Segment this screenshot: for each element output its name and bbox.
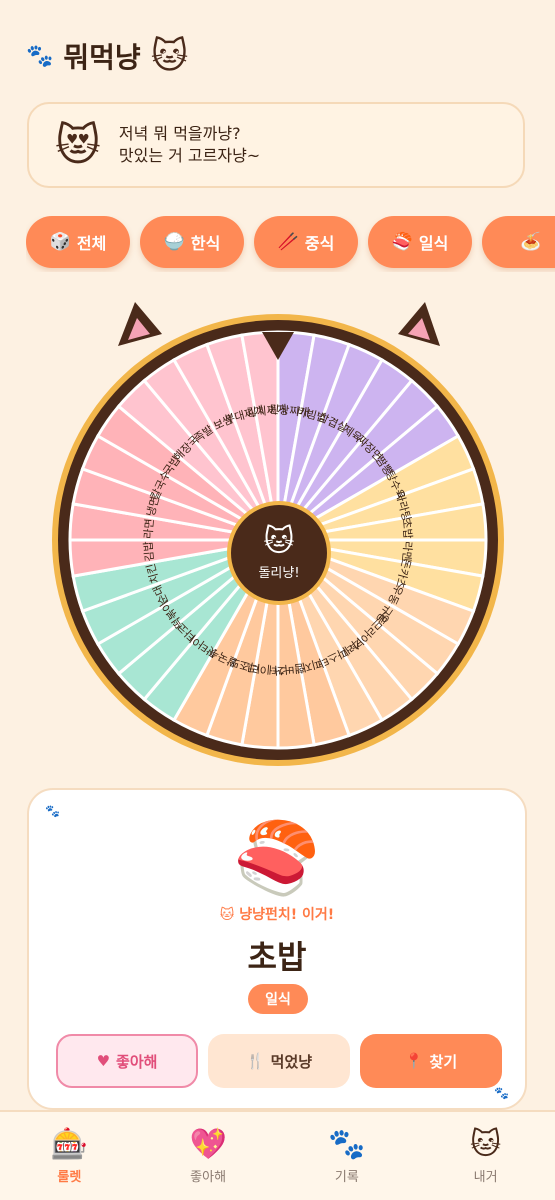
chip-korean[interactable]: 🍚 한식	[140, 216, 244, 268]
paw-prints-icon: 🐾	[328, 1127, 366, 1162]
ate-label: 먹었냥	[270, 1052, 313, 1071]
tab-roulette[interactable]: 🎰 룰렛	[0, 1112, 139, 1200]
chip-chinese[interactable]: 🥢 중식	[254, 216, 358, 268]
wheel-segment-label: 초밥	[400, 518, 415, 539]
tab-history[interactable]: 🐾 기록	[278, 1112, 417, 1200]
chip-label: 전체	[76, 234, 107, 253]
wheel-segment-label: 김밥	[142, 541, 157, 562]
app-header: 🐾 뭐먹냥 🐱	[26, 34, 188, 78]
pasta-icon: 🍝	[520, 232, 542, 252]
pick-text: 냥냥펀치! 이거!	[239, 907, 335, 923]
chopsticks-icon: 🥢	[277, 232, 299, 252]
result-food-name: 초밥	[247, 938, 307, 976]
chip-western[interactable]: 🍝	[482, 216, 555, 268]
heart-icon: ♥	[96, 1052, 111, 1070]
paw-prints-icon: 🐾	[45, 804, 60, 818]
result-card: 🐾 🍣 🐱 냥냥펀치! 이거! 초밥 일식 ♥ 좋아해 🍴 먹었냥 📍 찾기 🐾	[27, 788, 527, 1110]
rice-bowl-icon: 🍚	[163, 232, 185, 252]
spin-label: 돌리냥!	[258, 565, 300, 581]
tab-favorites[interactable]: 💖 좋아해	[139, 1112, 278, 1200]
ate-button[interactable]: 🍴 먹었냥	[208, 1034, 350, 1088]
find-button[interactable]: 📍 찾기	[360, 1034, 502, 1088]
chip-label: 한식	[190, 234, 221, 253]
greeting-line-1: 저녁 뭐 먹을까냥?	[118, 124, 241, 143]
tab-profile[interactable]: 🐱 내거	[416, 1112, 555, 1200]
sushi-icon: 🍣	[391, 232, 413, 252]
like-label: 좋아해	[116, 1052, 158, 1071]
paw-prints-icon: 🐾	[26, 43, 54, 69]
wheel-segment-label: 라면	[142, 518, 157, 539]
sparkling-heart-icon: 💖	[189, 1127, 227, 1162]
tab-label: 룰렛	[57, 1170, 82, 1185]
chip-japanese[interactable]: 🍣 일식	[368, 216, 472, 268]
greeting-text: 저녁 뭐 먹을까냥? 맛있는 거 고르자냥~	[119, 123, 260, 167]
tab-label: 내거	[473, 1170, 498, 1185]
spin-button[interactable]: 🐱 돌리냥!	[227, 501, 331, 605]
cat-face-icon: 🐱	[150, 35, 189, 77]
paw-prints-icon: 🐾	[494, 1086, 509, 1100]
sushi-icon: 🍣	[233, 817, 321, 899]
category-badge: 일식	[248, 984, 308, 1014]
category-chips: 🎲 전체 🍚 한식 🥢 중식 🍣 일식 🍝	[26, 216, 555, 272]
location-pin-icon: 📍	[404, 1052, 424, 1070]
app-title: 뭐먹냥	[63, 41, 141, 74]
heart-eyes-cat-icon: 😻	[55, 119, 101, 171]
cat-face-icon: 🐱	[263, 523, 295, 559]
fork-knife-icon: 🍴	[245, 1052, 265, 1070]
chip-label: 중식	[304, 234, 335, 253]
greeting-line-2: 맛있는 거 고르자냥~	[118, 146, 261, 165]
chip-label: 일식	[418, 234, 449, 253]
bottom-tab-bar: 🎰 룰렛 💖 좋아해 🐾 기록 🐱 내거	[0, 1110, 555, 1200]
like-button[interactable]: ♥ 좋아해	[56, 1034, 198, 1088]
tab-label: 기록	[334, 1170, 359, 1185]
cat-face-icon: 🐱	[469, 1127, 502, 1162]
tab-label: 좋아해	[190, 1170, 227, 1185]
slot-machine-icon: 🎰	[50, 1127, 89, 1162]
greeting-bubble: 😻 저녁 뭐 먹을까냥? 맛있는 거 고르자냥~	[27, 102, 525, 188]
chip-all[interactable]: 🎲 전체	[26, 216, 130, 268]
pick-caption: 🐱 냥냥펀치! 이거!	[29, 904, 525, 924]
dice-icon: 🎲	[49, 232, 71, 252]
cat-face-icon: 🐱	[219, 907, 235, 923]
find-label: 찾기	[429, 1052, 458, 1071]
roulette-wheel[interactable]: 된장찌개 비빔밥 삼겹살 제육 짜장면 짬뽕 탕수육 마라탕 초밥 라멘 돈카츠 우동 규동 오므라이스 카…	[0, 290, 555, 780]
